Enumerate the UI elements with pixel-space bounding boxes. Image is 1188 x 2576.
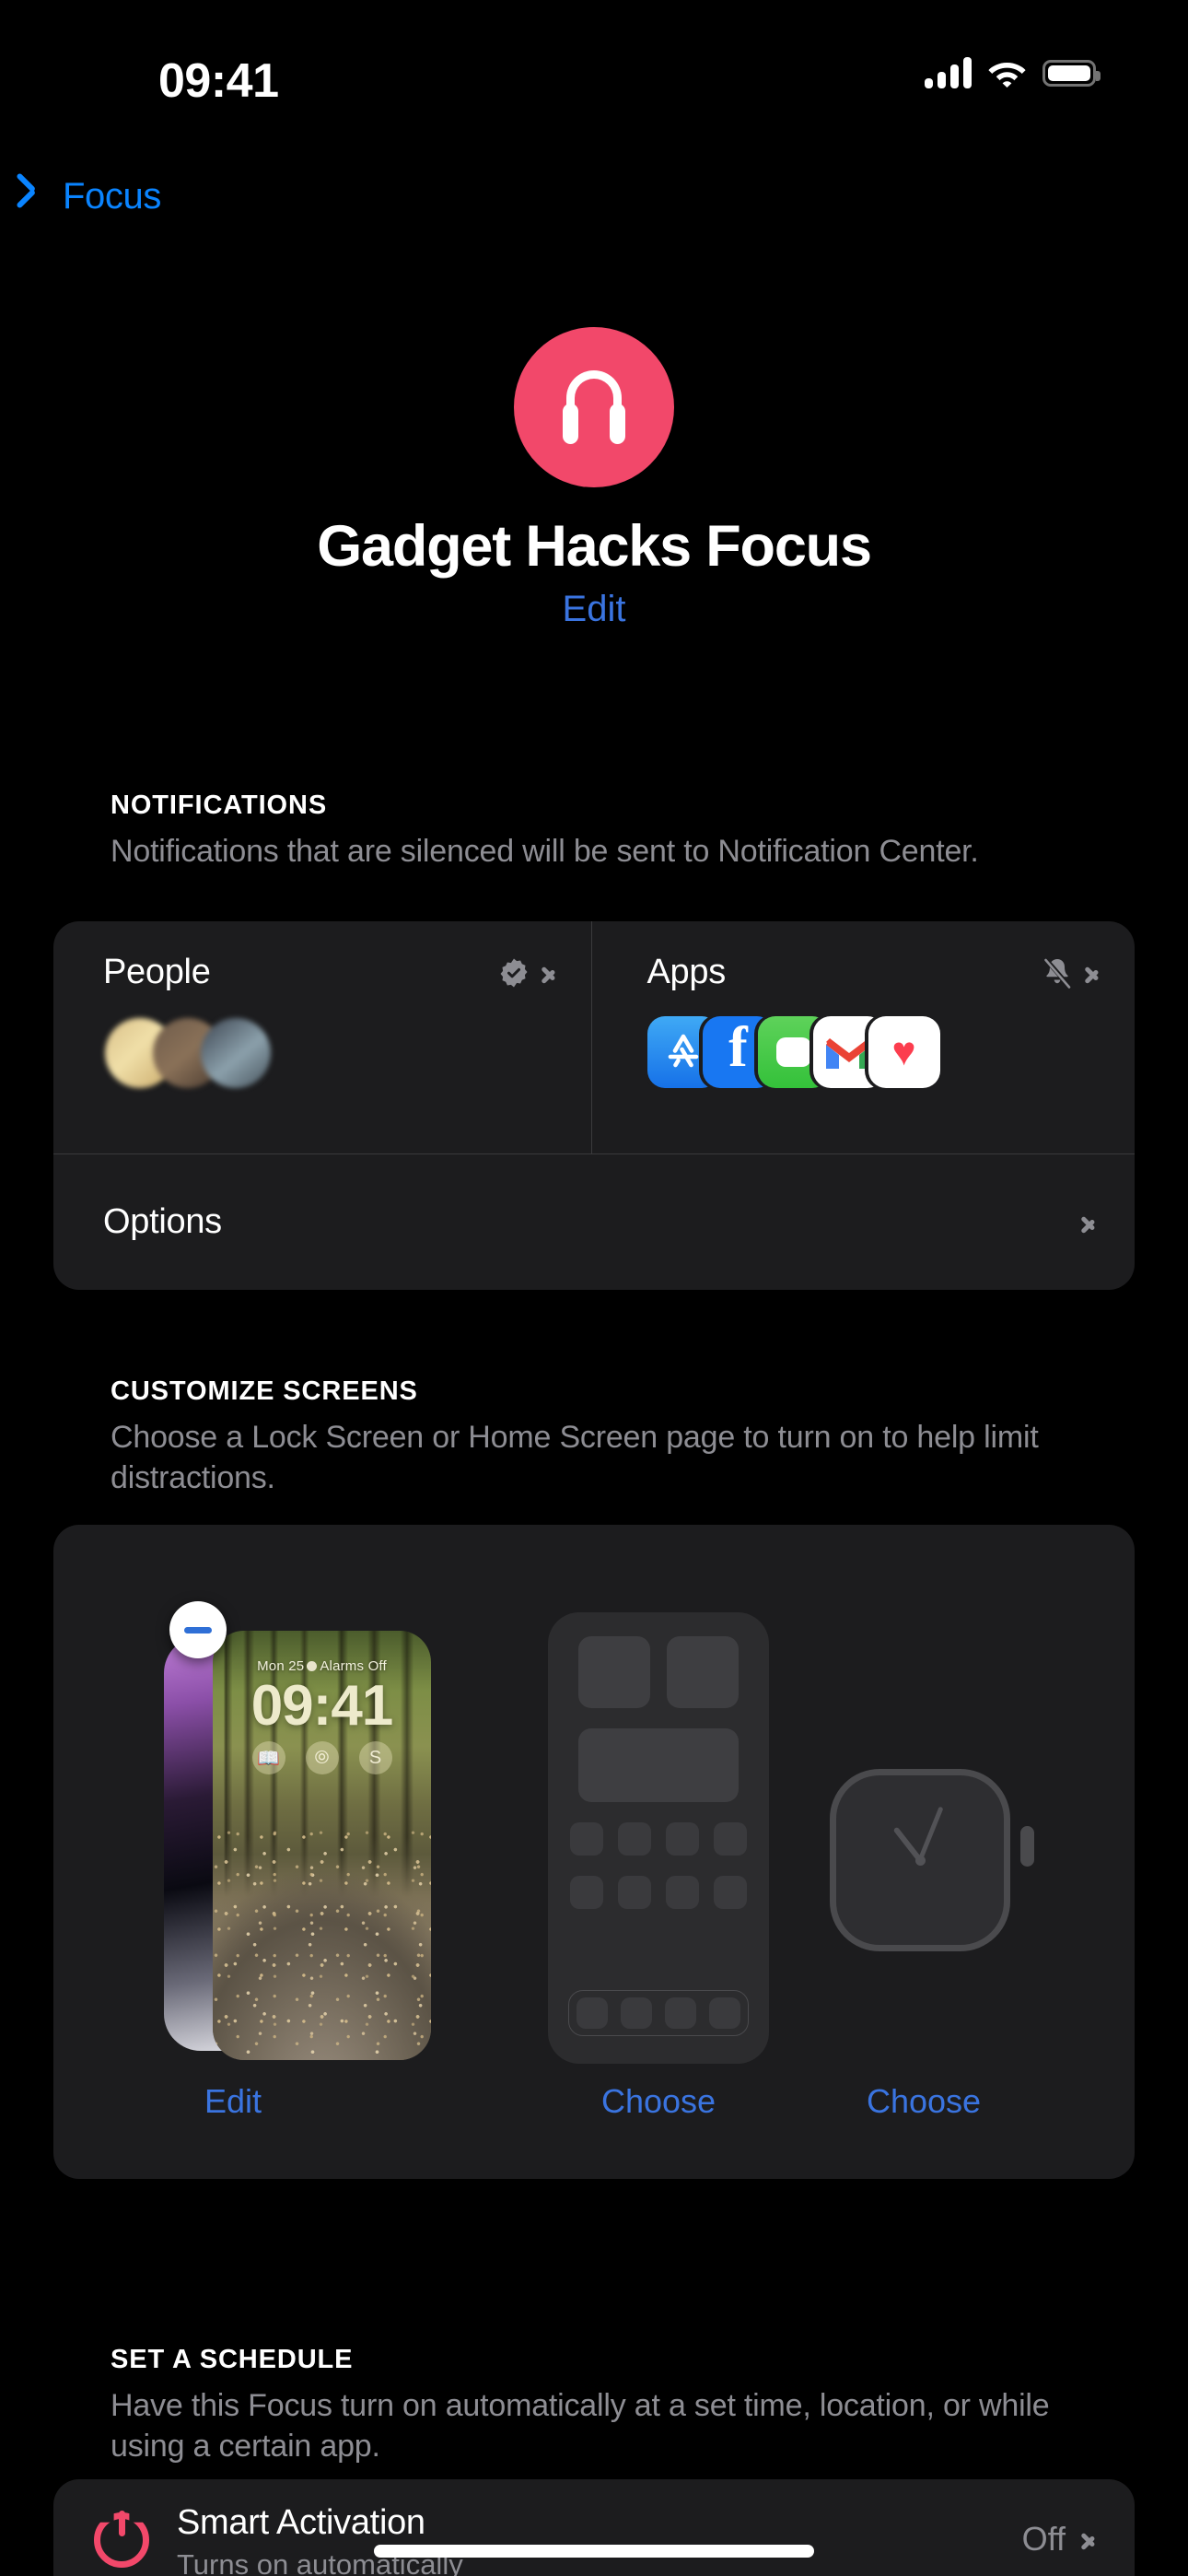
watch-body (830, 1769, 1010, 1951)
home-screen-icon (666, 1876, 699, 1909)
home-screen-widget-row (568, 1636, 749, 1708)
lock-screen-alarm-status: Alarms Off (320, 1658, 387, 1674)
notifications-section-header: NOTIFICATIONS Notifications that are sil… (111, 790, 1114, 872)
options-label: Options (103, 1202, 222, 1241)
lock-screen-edit-button[interactable]: Edit (122, 2082, 344, 2121)
home-screen-icon (618, 1822, 651, 1856)
home-screen-widget (578, 1636, 650, 1708)
status-bar-time: 09:41 (158, 54, 279, 108)
watch-crown (1020, 1826, 1034, 1867)
home-screen-icon (618, 1876, 651, 1909)
back-button[interactable]: Focus (31, 176, 161, 217)
bell-slash-icon (1042, 955, 1072, 989)
focus-header: Gadget Hacks Focus Edit (0, 327, 1188, 630)
home-screen-preview[interactable] (548, 1612, 769, 2064)
home-screen-icon (666, 1822, 699, 1856)
people-label: People (103, 953, 211, 991)
notifications-section-title: NOTIFICATIONS (111, 790, 328, 820)
smart-activation-value: Off (1021, 2520, 1066, 2558)
books-widget-icon: 📖 (251, 1741, 285, 1774)
home-screen-icon-row (568, 1876, 749, 1909)
lock-screen-date-row: Mon 25 Alarms Off (213, 1658, 431, 1674)
headphones-icon (553, 370, 635, 444)
customize-screens-section-subtitle: Choose a Lock Screen or Home Screen page… (111, 1420, 1039, 1495)
dock-icon (577, 1997, 608, 2029)
home-screen-icon (570, 1822, 603, 1856)
dock-icon (709, 1997, 740, 2029)
back-button-label: Focus (63, 176, 161, 217)
apps-icon-stack: f ♥ (646, 1016, 1099, 1088)
dock-icon (665, 1997, 696, 2029)
home-screen-choose-button[interactable]: Choose (548, 2082, 769, 2121)
home-screen-icon (714, 1876, 747, 1909)
alarm-icon (307, 1661, 318, 1671)
chevron-right-icon (1086, 961, 1098, 985)
home-screen-dock (568, 1990, 749, 2036)
smart-activation-title: Smart Activation (177, 2503, 425, 2542)
watch-face-choose-button[interactable]: Choose (813, 2082, 1034, 2121)
home-screen-wide-widget (578, 1728, 739, 1802)
status-bar-indicators (925, 57, 1101, 88)
people-cell[interactable]: People (53, 921, 591, 1153)
chevron-right-icon (1082, 2527, 1094, 2551)
shazam-widget-icon: S (358, 1741, 392, 1774)
power-icon (94, 2511, 149, 2568)
schedule-section-subtitle: Have this Focus turn on automatically at… (111, 2388, 1050, 2464)
chevron-right-icon (542, 961, 554, 985)
lock-screen-wallpaper: Mon 25 Alarms Off 09:41 📖 ⦾ S (213, 1631, 431, 2060)
lock-screen-time: 09:41 (250, 1674, 394, 1738)
apps-label: Apps (646, 953, 727, 991)
notifications-section-subtitle: Notifications that are silenced will be … (111, 834, 979, 869)
health-icon: ♥ (868, 1016, 940, 1088)
schedule-section-title: SET A SCHEDULE (111, 2345, 354, 2374)
smart-activation-row[interactable]: Smart Activation Turns on automatically … (53, 2479, 1135, 2576)
lock-screen-widgets: 📖 ⦾ S (213, 1741, 431, 1774)
minus-badge-icon[interactable] (169, 1601, 227, 1658)
customize-screens-section-title: CUSTOMIZE SCREENS (111, 1376, 418, 1406)
avatar (201, 1018, 271, 1088)
watch-face-preview[interactable] (830, 1769, 1034, 1953)
people-avatars (105, 1018, 554, 1088)
home-screen-icon (714, 1822, 747, 1856)
customize-screens-section-header: CUSTOMIZE SCREENS Choose a Lock Screen o… (111, 1376, 1114, 1499)
home-indicator[interactable] (374, 2545, 814, 2558)
dock-icon (621, 1997, 652, 2029)
focus-badge (514, 327, 674, 487)
chevron-right-icon (1082, 1211, 1094, 1235)
lock-screen-date: Mon 25 (257, 1658, 305, 1674)
navigation-bar: Focus (0, 170, 1188, 253)
cellular-signal-icon (925, 57, 972, 88)
home-screen-icon-row (568, 1822, 749, 1856)
status-bar: 09:41 (0, 0, 1188, 138)
schedule-section-header: SET A SCHEDULE Have this Focus turn on a… (111, 2345, 1114, 2467)
home-screen-icon (570, 1876, 603, 1909)
options-row[interactable]: Options (53, 1153, 1135, 1290)
lock-screen-preview[interactable]: Mon 25 Alarms Off 09:41 📖 ⦾ S (164, 1601, 486, 2067)
edit-focus-button[interactable]: Edit (0, 589, 1188, 630)
weather-widget-icon: ⦾ (305, 1741, 339, 1774)
notifications-card: People Apps f ♥ Options (53, 921, 1135, 1290)
home-screen-widget (667, 1636, 739, 1708)
battery-full-icon (1042, 59, 1101, 87)
checkmark-seal-icon (500, 958, 527, 987)
focus-settings-screen: 09:41 Focus Gadget Hacks Focus Edit NOTI… (0, 0, 1188, 2576)
apps-cell[interactable]: Apps f ♥ (590, 921, 1136, 1153)
page-title: Gadget Hacks Focus (317, 514, 872, 579)
watch-hands-icon (836, 1775, 1004, 1945)
wifi-icon (988, 63, 1026, 88)
schedule-card: Smart Activation Turns on automatically … (53, 2479, 1135, 2576)
chevron-left-icon (31, 180, 52, 215)
customize-screens-card: Mon 25 Alarms Off 09:41 📖 ⦾ S Edit Choos… (53, 1525, 1135, 2179)
